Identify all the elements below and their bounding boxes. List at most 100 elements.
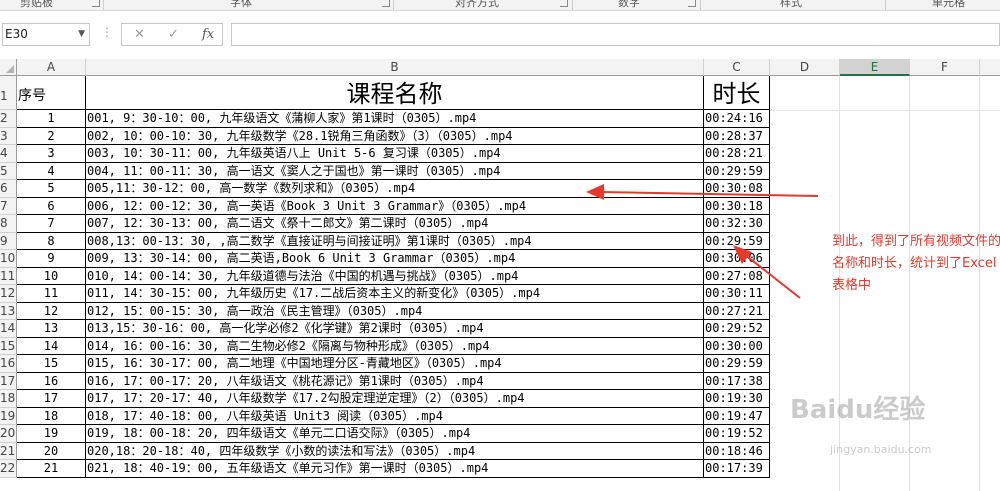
header-name-cell[interactable]: 课程名称 xyxy=(86,76,704,110)
row-header[interactable]: 18 xyxy=(0,390,17,408)
course-name-cell[interactable]: 010, 14：00-14：30, 九年级道德与法治《中国的机遇与挑战》（030… xyxy=(86,267,704,285)
course-name-cell[interactable]: 009, 13：30-14：00, 高二英语,Book 6 Unit 3 Gra… xyxy=(86,250,704,268)
row-header[interactable]: 7 xyxy=(0,197,17,215)
duration-cell[interactable]: 00:29:52 xyxy=(704,320,770,338)
course-name-cell[interactable]: 021, 18：40-19：00, 五年级语文《单元习作》第一课时（0305）.… xyxy=(86,460,704,478)
seq-cell[interactable]: 6 xyxy=(17,197,86,215)
course-name-cell[interactable]: 004, 11：00-11：30, 高一语文《窦人之于国也》第一课时（0305）… xyxy=(86,162,704,180)
font-launcher-icon[interactable] xyxy=(382,0,390,7)
column-header-b[interactable]: B xyxy=(86,59,704,76)
duration-cell[interactable]: 00:32:30 xyxy=(704,215,770,233)
number-launcher-icon[interactable] xyxy=(688,0,696,7)
duration-cell[interactable]: 00:29:59 xyxy=(704,162,770,180)
seq-cell[interactable]: 10 xyxy=(17,267,86,285)
duration-cell[interactable]: 00:28:37 xyxy=(704,127,770,145)
chevron-down-icon[interactable]: ▼ xyxy=(78,24,85,45)
column-header-d[interactable]: D xyxy=(770,59,840,76)
row-header[interactable]: 10 xyxy=(0,250,17,268)
row-header[interactable]: 17 xyxy=(0,372,17,390)
duration-cell[interactable]: 00:18:46 xyxy=(704,442,770,460)
duration-cell[interactable]: 00:24:16 xyxy=(704,110,770,128)
column-header-f[interactable]: F xyxy=(910,59,980,76)
seq-cell[interactable]: 2 xyxy=(17,127,86,145)
select-all-corner[interactable] xyxy=(0,59,17,76)
course-name-cell[interactable]: 017, 17：20-17：40, 八年级数学《17.2勾股定理逆定理》（2）（… xyxy=(86,390,704,408)
column-header-g[interactable] xyxy=(980,59,1000,76)
duration-cell[interactable]: 00:30:18 xyxy=(704,197,770,215)
seq-cell[interactable]: 14 xyxy=(17,337,86,355)
duration-cell[interactable]: 00:29:59 xyxy=(704,232,770,250)
duration-cell[interactable]: 00:19:47 xyxy=(704,407,770,425)
row-header[interactable]: 1 xyxy=(0,76,17,110)
header-duration-cell[interactable]: 时长 xyxy=(704,76,770,110)
header-seq-cell[interactable]: 序号 xyxy=(17,76,86,110)
row-header[interactable]: 22 xyxy=(0,460,17,478)
seq-cell[interactable]: 8 xyxy=(17,232,86,250)
course-name-cell[interactable]: 019, 18：00-18：20, 四年级语文《单元二口语交际》（0305）.m… xyxy=(86,425,704,443)
duration-cell[interactable]: 00:30:11 xyxy=(704,285,770,303)
column-header-e[interactable]: E xyxy=(840,59,910,76)
duration-cell[interactable]: 00:30:00 xyxy=(704,337,770,355)
row-header[interactable]: 5 xyxy=(0,162,17,180)
clipboard-launcher-icon[interactable] xyxy=(92,0,100,7)
seq-cell[interactable]: 12 xyxy=(17,302,86,320)
course-name-cell[interactable]: 011, 14：30-15：00, 九年级历史《17.二战后资本主义的新变化》（… xyxy=(86,285,704,303)
course-name-cell[interactable]: 008,13：00-13：30, ,高二数学《直接证明与间接证明》第1课时（03… xyxy=(86,232,704,250)
duration-cell[interactable]: 00:17:39 xyxy=(704,460,770,478)
course-name-cell[interactable]: 018, 17：40-18：00, 八年级英语 Unit3 阅读（0305）.m… xyxy=(86,407,704,425)
course-name-cell[interactable]: 006, 12：00-12：30, 高一英语《Book 3 Unit 3 Gra… xyxy=(86,197,704,215)
course-name-cell[interactable]: 003, 10：30-11：00, 九年级英语八上 Unit 5-6 复习课（0… xyxy=(86,145,704,163)
enter-icon[interactable]: ✓ xyxy=(168,27,179,42)
duration-cell[interactable]: 00:27:21 xyxy=(704,302,770,320)
duration-cell[interactable]: 00:30:08 xyxy=(704,180,770,198)
seq-cell[interactable]: 17 xyxy=(17,390,86,408)
seq-cell[interactable]: 1 xyxy=(17,110,86,128)
course-name-cell[interactable]: 015, 16：30-17：00, 高二地理《中国地理分区-青藏地区》（0305… xyxy=(86,355,704,373)
duration-cell[interactable]: 00:27:08 xyxy=(704,267,770,285)
row-header[interactable]: 21 xyxy=(0,442,17,460)
row-header[interactable]: 16 xyxy=(0,355,17,373)
row-header[interactable]: 19 xyxy=(0,407,17,425)
seq-cell[interactable]: 4 xyxy=(17,162,86,180)
duration-cell[interactable]: 00:17:38 xyxy=(704,372,770,390)
duration-cell[interactable]: 00:30:06 xyxy=(704,250,770,268)
seq-cell[interactable]: 16 xyxy=(17,372,86,390)
row-header[interactable]: 6 xyxy=(0,180,17,198)
duration-cell[interactable]: 00:19:30 xyxy=(704,390,770,408)
seq-cell[interactable]: 3 xyxy=(17,145,86,163)
row-header[interactable]: 12 xyxy=(0,285,17,303)
course-name-cell[interactable]: 002, 10：00-10：30, 九年级数学《28.1锐角三角函数》（3）（0… xyxy=(86,127,704,145)
formula-input[interactable] xyxy=(231,23,1000,46)
row-header[interactable]: 14 xyxy=(0,320,17,338)
row-header[interactable]: 13 xyxy=(0,302,17,320)
seq-cell[interactable]: 15 xyxy=(17,355,86,373)
row-header[interactable]: 4 xyxy=(0,145,17,163)
seq-cell[interactable]: 18 xyxy=(17,407,86,425)
alignment-launcher-icon[interactable] xyxy=(560,0,568,7)
row-header[interactable]: 3 xyxy=(0,127,17,145)
row-header[interactable]: 9 xyxy=(0,232,17,250)
duration-cell[interactable]: 00:28:21 xyxy=(704,145,770,163)
course-name-cell[interactable]: 007, 12：30-13：00, 高二语文《祭十二郎文》第二课时（0305）.… xyxy=(86,215,704,233)
seq-cell[interactable]: 21 xyxy=(17,460,86,478)
name-box[interactable]: E30 ▼ xyxy=(2,23,90,46)
insert-function-icon[interactable]: fx xyxy=(202,27,214,42)
course-name-cell[interactable]: 016, 17：00-17：20, 八年级语文《桃花源记》第1课时（0305）.… xyxy=(86,372,704,390)
seq-cell[interactable]: 7 xyxy=(17,215,86,233)
row-header[interactable]: 8 xyxy=(0,215,17,233)
seq-cell[interactable]: 19 xyxy=(17,425,86,443)
row-header[interactable]: 11 xyxy=(0,267,17,285)
course-name-cell[interactable]: 020,18：20-18：40, 四年级数学《小数的读法和写法》（0305）.m… xyxy=(86,442,704,460)
course-name-cell[interactable]: 013,15：30-16：00, 高一化学必修2《化学键》第2课时（0305）.… xyxy=(86,320,704,338)
seq-cell[interactable]: 11 xyxy=(17,285,86,303)
cancel-icon[interactable]: ✕ xyxy=(134,27,145,42)
course-name-cell[interactable]: 012, 15：00-15：30, 高一政治《民主管理》（0305）.mp4 xyxy=(86,302,704,320)
seq-cell[interactable]: 5 xyxy=(17,180,86,198)
seq-cell[interactable]: 20 xyxy=(17,442,86,460)
grip-icon[interactable]: ⋮ xyxy=(101,25,113,39)
course-name-cell[interactable]: 001, 9：30-10：00, 九年级语文《蒲柳人家》第1课时（0305）.m… xyxy=(86,110,704,128)
course-name-cell[interactable]: 005,11：30-12：00, 高一数学《数列求和》（0305）.mp4 xyxy=(86,180,704,198)
seq-cell[interactable]: 13 xyxy=(17,320,86,338)
duration-cell[interactable]: 00:29:59 xyxy=(704,355,770,373)
row-header[interactable]: 2 xyxy=(0,110,17,128)
